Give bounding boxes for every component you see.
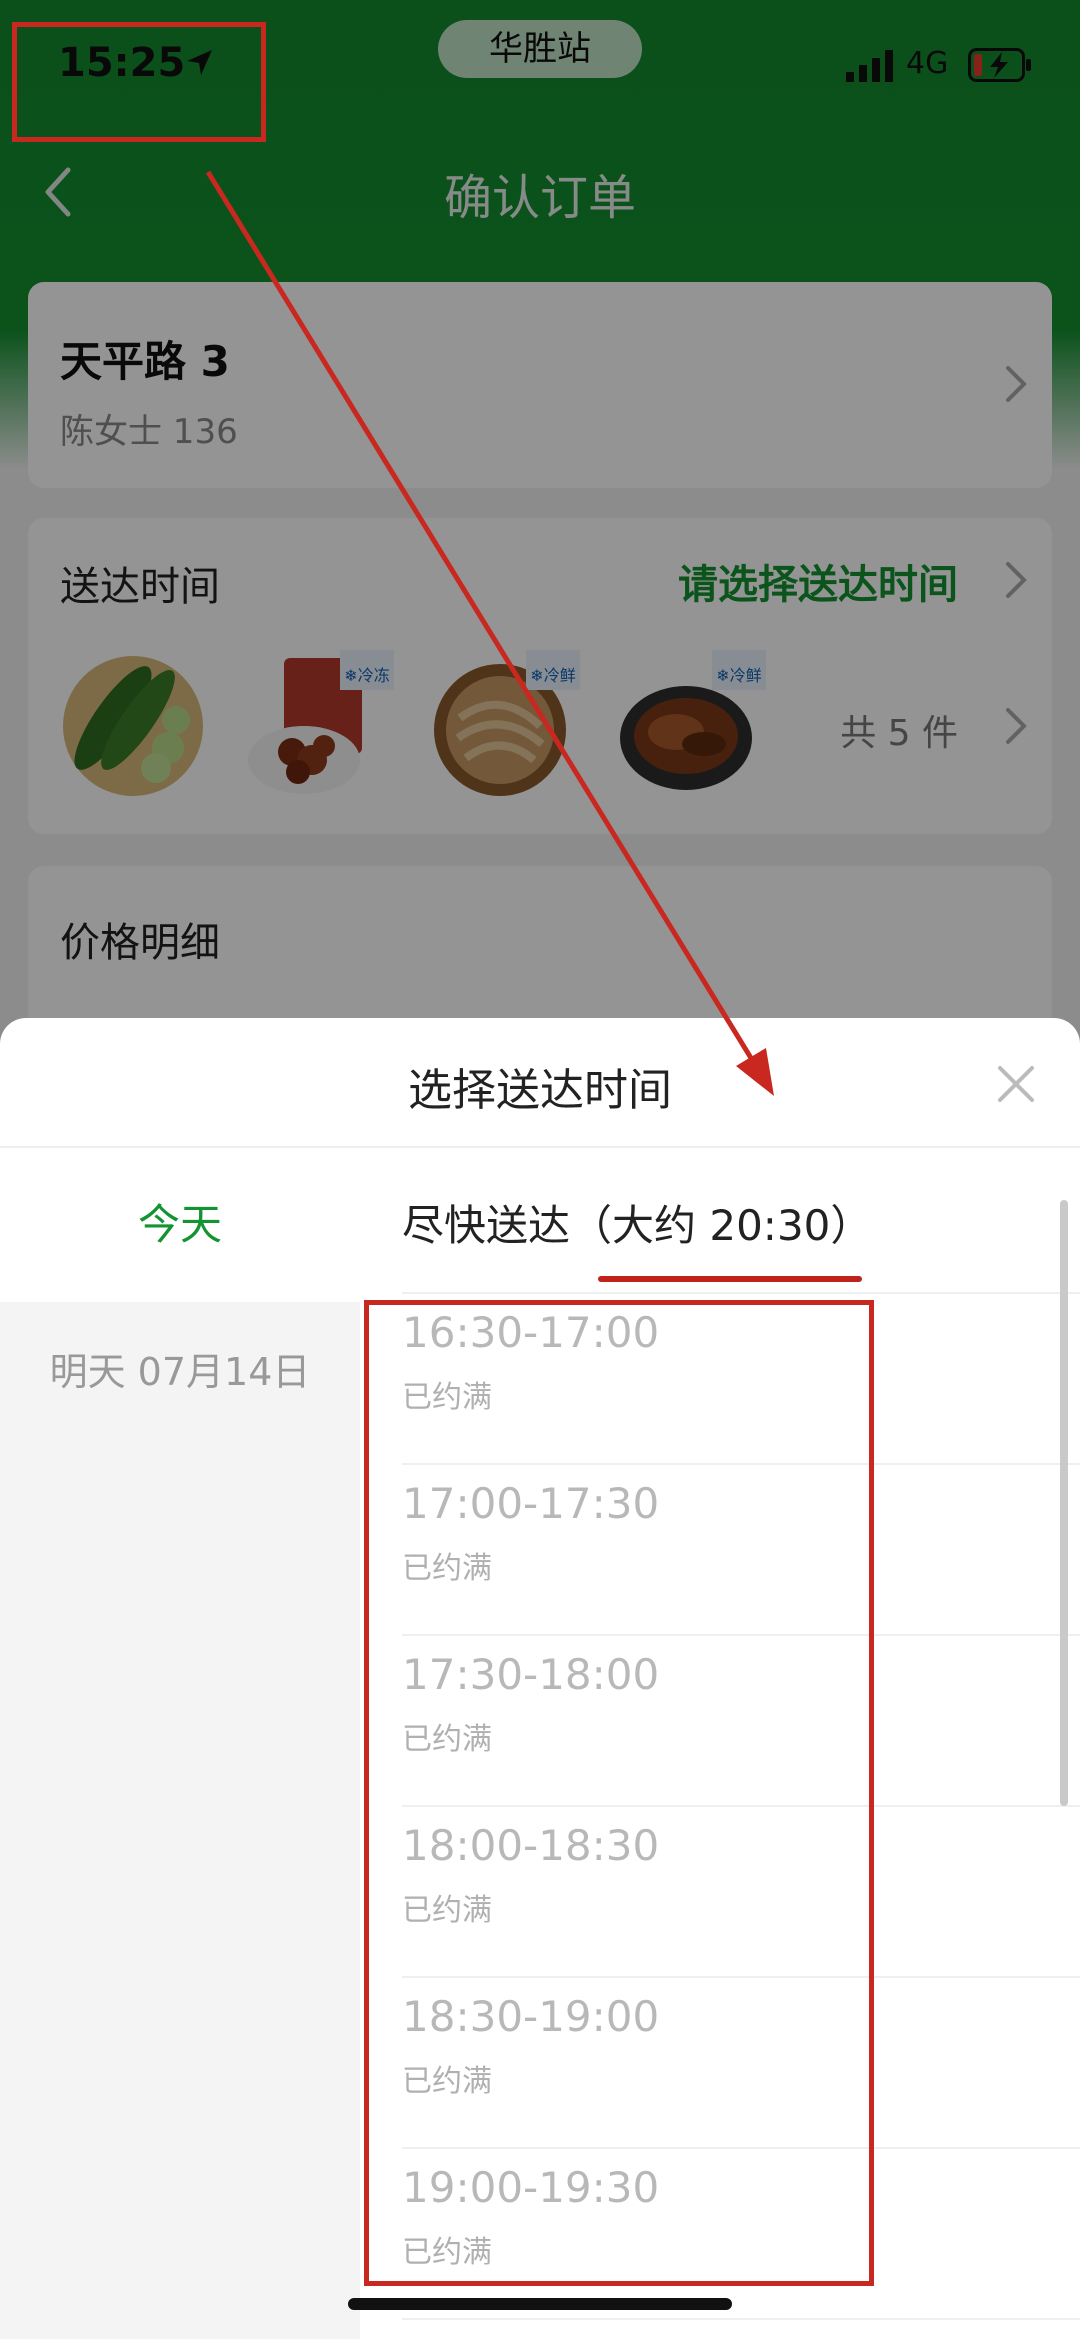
asap-option[interactable]: 尽快送达（大约 20:30）	[402, 1192, 872, 1253]
annotation-box-slots	[364, 1300, 874, 2286]
sheet-title: 选择送达时间	[408, 1065, 672, 1116]
day-list: 今天 明天 07月14日	[0, 1148, 360, 2339]
scrollbar[interactable]	[1060, 1200, 1068, 1806]
annotation-underline	[598, 1276, 862, 1282]
close-icon[interactable]	[994, 1062, 1038, 1106]
annotation-box-time	[12, 22, 266, 142]
day-tab-today[interactable]: 今天	[0, 1148, 360, 1302]
home-indicator	[348, 2298, 732, 2310]
day-tab-tomorrow[interactable]: 明天 07月14日	[0, 1302, 360, 1442]
